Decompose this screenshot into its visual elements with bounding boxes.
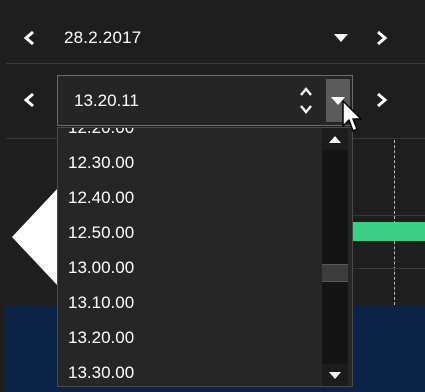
time-list: 12.20.00 12.30.00 12.40.00 12.50.00 13.0… xyxy=(58,128,314,386)
chevron-up-icon xyxy=(300,86,312,96)
timeline-gridline xyxy=(352,215,425,216)
caret-down-icon xyxy=(334,34,348,42)
time-list-item[interactable]: 12.20.00 xyxy=(68,128,134,145)
spin-down-button[interactable] xyxy=(298,101,314,117)
next-date-button[interactable] xyxy=(370,26,394,50)
mouse-cursor-icon xyxy=(342,100,362,132)
spin-up-button[interactable] xyxy=(298,83,314,99)
time-list-item[interactable]: 13.00.00 xyxy=(68,251,134,285)
timeline-recording-bar[interactable] xyxy=(352,222,425,241)
time-list-dropdown[interactable]: 12.20.00 12.30.00 12.40.00 12.50.00 13.0… xyxy=(57,127,353,387)
time-list-item[interactable]: 13.30.00 xyxy=(68,356,134,386)
time-list-item[interactable]: 13.20.00 xyxy=(68,321,134,355)
chevron-down-icon xyxy=(300,104,312,114)
time-list-item[interactable]: 13.10.00 xyxy=(68,286,134,320)
time-input[interactable]: 13.20.11 xyxy=(57,75,353,126)
chevron-right-icon xyxy=(377,30,388,46)
time-list-item[interactable]: 12.40.00 xyxy=(68,181,134,215)
scrollbar-track[interactable] xyxy=(322,150,348,364)
scrollbar-thumb[interactable] xyxy=(322,263,348,282)
time-list-item[interactable]: 12.30.00 xyxy=(68,146,134,180)
date-dropdown-button[interactable] xyxy=(330,28,352,48)
chevron-left-icon xyxy=(23,92,34,108)
time-spinner[interactable] xyxy=(298,82,314,118)
time-list-item[interactable]: 12.50.00 xyxy=(68,216,134,250)
chevron-right-icon xyxy=(377,92,388,108)
scroll-down-button[interactable] xyxy=(322,364,348,386)
timeline-gridline xyxy=(352,268,425,269)
time-value: 13.20.11 xyxy=(74,91,139,110)
next-time-button[interactable] xyxy=(370,88,394,112)
date-label: 28.2.2017 xyxy=(64,28,142,47)
list-scrollbar[interactable] xyxy=(316,128,352,386)
timeline-back-arrow-icon[interactable] xyxy=(6,182,58,292)
caret-up-icon xyxy=(329,135,341,143)
row-divider xyxy=(6,63,425,64)
prev-time-button[interactable] xyxy=(17,88,41,112)
chevron-left-icon xyxy=(23,30,34,46)
prev-date-button[interactable] xyxy=(17,26,41,50)
caret-down-icon xyxy=(329,371,341,379)
